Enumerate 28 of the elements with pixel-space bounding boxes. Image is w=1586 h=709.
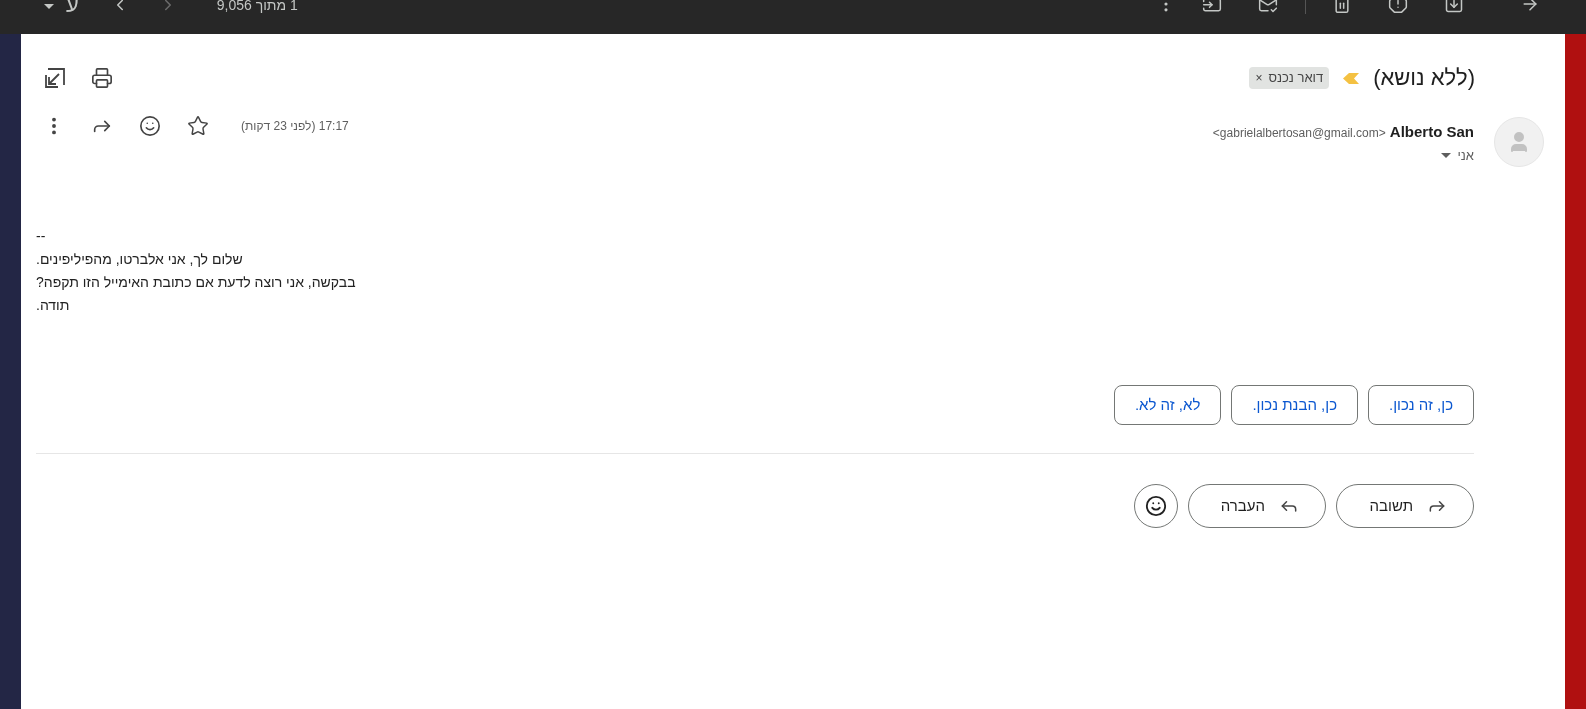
body-line: שלום לך, אני אלברטו, מהפיליפינים. [36, 250, 243, 269]
open-in-new-window-icon[interactable] [45, 68, 65, 88]
importance-marker-icon[interactable] [1343, 72, 1360, 84]
body-line: בבקשה, אני רוצה לדעת אם כתובת האימייל הזו תקפה? [36, 273, 356, 292]
body-line: תודה. [36, 296, 70, 315]
delete-icon[interactable] [1332, 0, 1352, 14]
caret-icon[interactable] [44, 4, 54, 9]
recipient-text: אני [1457, 146, 1474, 165]
sender-email: <gabrielalbertosan@gmail.com> [1212, 125, 1386, 142]
remove-label-button[interactable]: × [1255, 69, 1263, 87]
smart-reply-button[interactable]: כן, זה נכון. [1368, 385, 1474, 425]
smart-reply-button[interactable]: לא, זה לא. [1113, 385, 1222, 425]
emoji-icon[interactable] [139, 115, 161, 137]
message-counter: 1 מתוך 9,056 [216, 0, 298, 12]
mail-icon[interactable] [1258, 0, 1278, 14]
emoji-icon [1145, 495, 1167, 517]
label-name: דואר נכנס [1268, 69, 1324, 88]
smart-reply-button[interactable]: כן, הבנת נכון. [1231, 385, 1358, 425]
message-time: 17:17 (לפני 23 דקות) [241, 118, 349, 135]
sender-name: Alberto San [1389, 122, 1474, 142]
archive-icon[interactable] [1444, 0, 1464, 14]
star-icon[interactable] [187, 115, 209, 137]
report-icon[interactable] [1388, 0, 1408, 14]
email-subject: (ללא נושא) [1373, 64, 1475, 92]
body-line: -- [36, 227, 46, 246]
print-icon[interactable] [91, 67, 113, 89]
move-icon[interactable] [1202, 0, 1222, 14]
caret-icon[interactable] [1441, 152, 1452, 158]
